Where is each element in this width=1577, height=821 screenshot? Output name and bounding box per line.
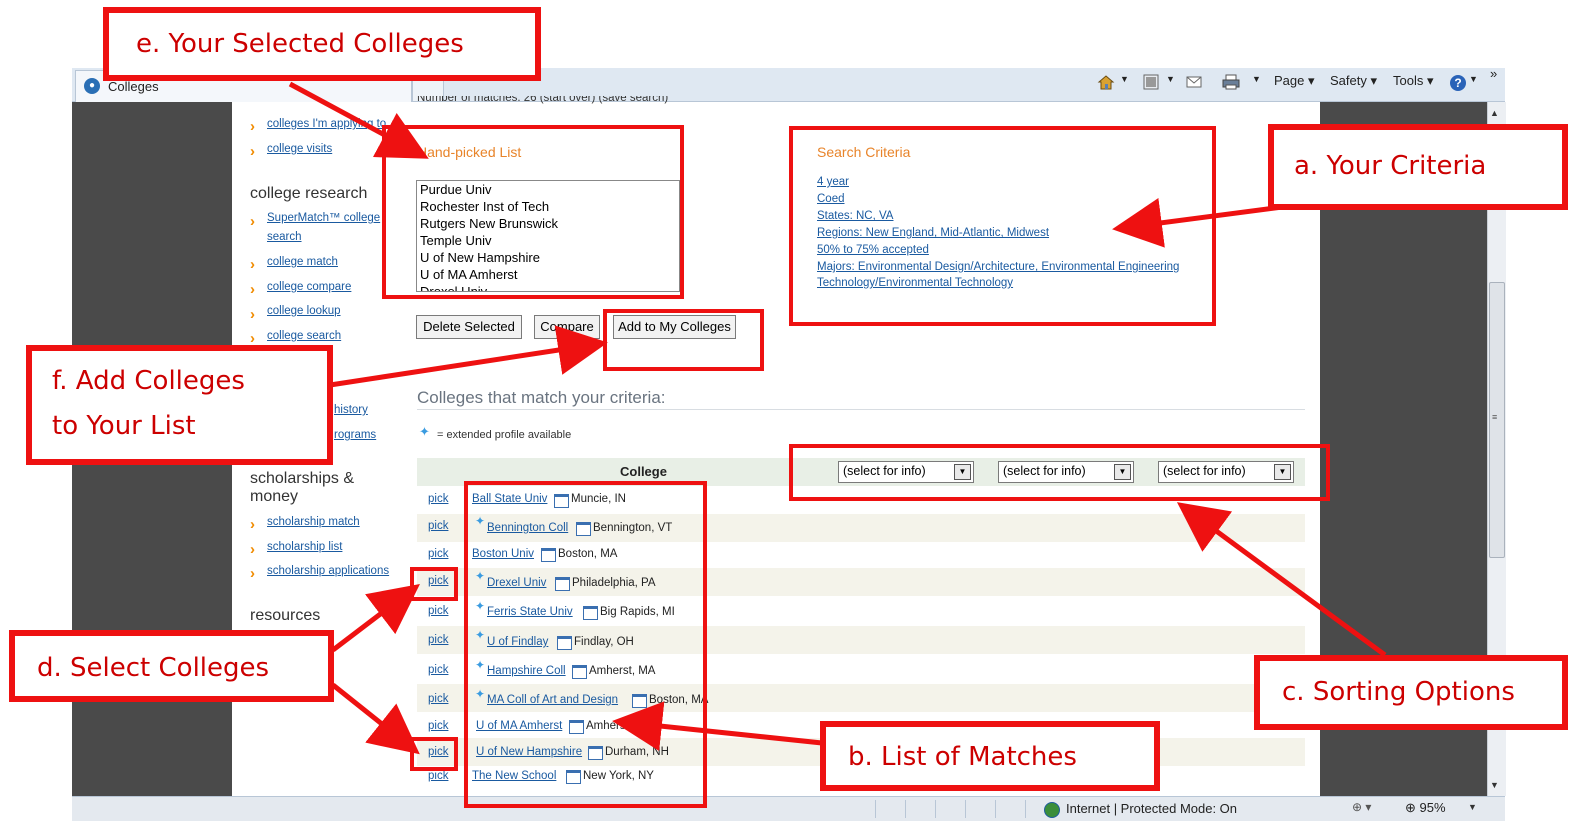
arrow-sorting [1176,502,1387,658]
annotation-e: e. Your Selected Colleges [103,7,541,81]
annotation-a-text: a. Your Criteria [1294,151,1487,181]
annotation-f: f. Add Colleges to Your List [26,345,333,465]
arrow-select-2 [331,683,420,755]
arrow-add-colleges [329,325,608,388]
arrow-select-1 [331,583,420,652]
highlight-add-button [603,309,764,371]
annotation-c-text: c. Sorting Options [1282,677,1515,707]
highlight-handpicked-list [382,125,684,299]
highlight-search-criteria [789,126,1216,326]
annotation-d-text: d. Select Colleges [37,653,270,683]
annotation-d: d. Select Colleges [9,630,334,702]
annotation-e-text: e. Your Selected Colleges [136,29,464,59]
highlight-pick-1 [410,567,458,601]
highlight-match-list [464,481,707,808]
annotation-c: c. Sorting Options [1254,655,1568,730]
annotation-b-text: b. List of Matches [848,742,1077,772]
annotation-f-text-1: f. Add Colleges [52,366,245,396]
highlight-sort-options [789,444,1330,501]
annotation-a: a. Your Criteria [1268,124,1568,210]
annotation-b: b. List of Matches [820,721,1160,791]
highlight-pick-2 [410,737,458,771]
annotation-f-text-2: to Your List [52,411,196,441]
